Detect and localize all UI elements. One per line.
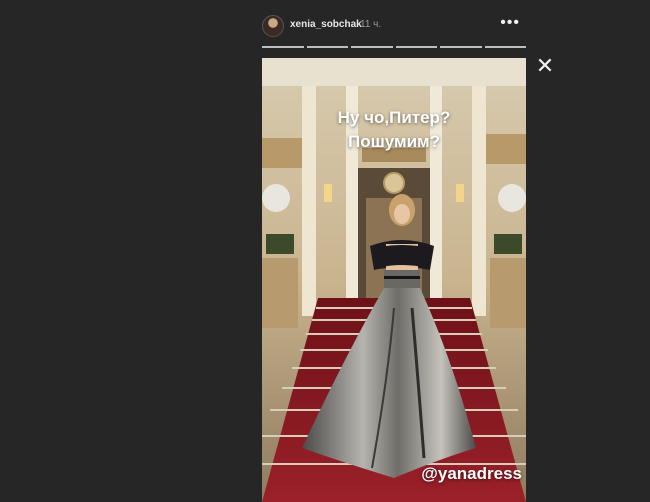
username[interactable]: xenia_sobchak bbox=[290, 19, 362, 30]
progress-segment bbox=[351, 46, 393, 48]
caption-line-1: Ну чо,Питер? bbox=[337, 108, 451, 127]
progress-segment bbox=[484, 46, 526, 48]
progress-segment bbox=[395, 46, 437, 48]
avatar[interactable] bbox=[262, 15, 284, 37]
progress-segment bbox=[440, 46, 482, 48]
story-header: xenia_sobchak 11 ч. ••• bbox=[262, 12, 526, 40]
mention-tag[interactable]: @yanadress bbox=[421, 464, 522, 484]
caption-line-2: Пошумим? bbox=[348, 132, 440, 151]
progress-segment bbox=[306, 46, 348, 48]
story-caption: Ну чо,Питер? Пошумим? bbox=[262, 106, 526, 154]
close-icon[interactable]: ✕ bbox=[535, 55, 555, 77]
more-horizontal-icon[interactable]: ••• bbox=[500, 14, 520, 32]
timestamp: 11 ч. bbox=[360, 19, 382, 30]
progress-segment bbox=[262, 46, 304, 48]
story-media[interactable]: Ну чо,Питер? Пошумим? @yanadress bbox=[262, 58, 526, 502]
story-progress-bar bbox=[262, 46, 526, 48]
